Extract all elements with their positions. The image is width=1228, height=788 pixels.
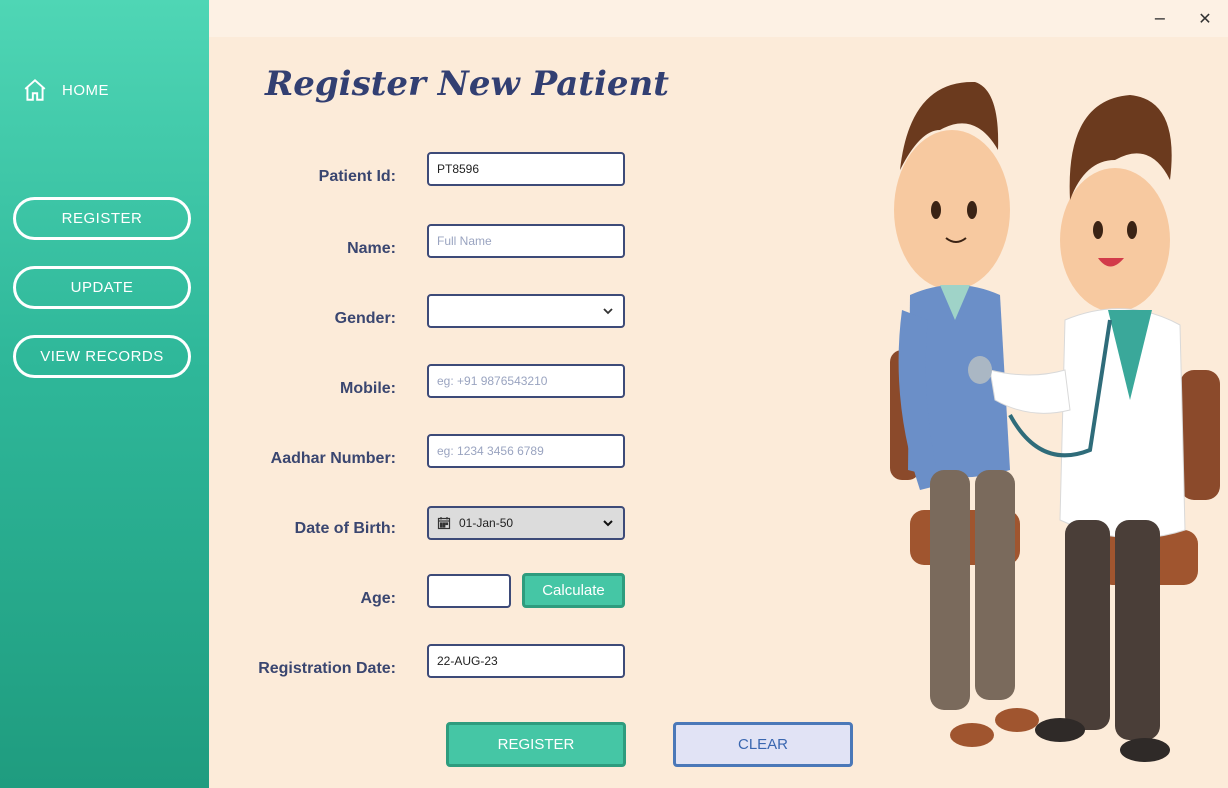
chevron-down-icon [603, 308, 613, 315]
calendar-icon [437, 517, 451, 530]
close-icon[interactable]: ✕ [1194, 8, 1216, 28]
name-placeholder: Full Name [437, 234, 492, 248]
view-records-nav-button[interactable]: VIEW RECORDS [13, 335, 191, 378]
patient-id-field[interactable]: PT8596 [427, 152, 625, 186]
mobile-field[interactable]: eg: +91 9876543210 [427, 364, 625, 398]
name-field[interactable]: Full Name [427, 224, 625, 258]
home-icon [24, 78, 46, 101]
clear-button[interactable]: CLEAR [673, 722, 853, 767]
mobile-placeholder: eg: +91 9876543210 [437, 374, 548, 388]
patient-id-value: PT8596 [437, 162, 480, 176]
chevron-down-icon [603, 520, 613, 527]
dob-picker[interactable]: 01-Jan-50 [427, 506, 625, 540]
register-nav-button[interactable]: REGISTER [13, 197, 191, 240]
name-label: Name: [347, 240, 396, 257]
registration-date-value: 22-AUG-23 [437, 654, 498, 668]
aadhar-field[interactable]: eg: 1234 3456 6789 [427, 434, 625, 468]
update-nav-button[interactable]: UPDATE [13, 266, 191, 309]
sidebar: HOME REGISTER UPDATE VIEW RECORDS [0, 0, 209, 788]
aadhar-label: Aadhar Number: [270, 450, 396, 467]
doctor-patient-illustration [890, 81, 1220, 762]
title-bar: − ✕ [209, 0, 1228, 37]
age-field[interactable] [427, 574, 511, 608]
home-nav[interactable]: HOME [22, 77, 109, 103]
calculate-button[interactable]: Calculate [522, 573, 625, 608]
registration-date-field[interactable]: 22-AUG-23 [427, 644, 625, 678]
age-label: Age: [360, 590, 396, 607]
home-label: HOME [62, 81, 109, 99]
patient-id-label: Patient Id: [318, 168, 396, 185]
dob-label: Date of Birth: [294, 520, 396, 537]
register-button[interactable]: REGISTER [446, 722, 626, 767]
gender-label: Gender: [334, 310, 396, 327]
minimize-icon[interactable]: − [1149, 8, 1171, 28]
gender-select[interactable] [427, 294, 625, 328]
aadhar-placeholder: eg: 1234 3456 6789 [437, 444, 544, 458]
registration-date-label: Registration Date: [258, 660, 396, 677]
page-title: Register New Patient [265, 64, 669, 104]
dob-value: 01-Jan-50 [459, 516, 514, 530]
mobile-label: Mobile: [340, 380, 396, 397]
